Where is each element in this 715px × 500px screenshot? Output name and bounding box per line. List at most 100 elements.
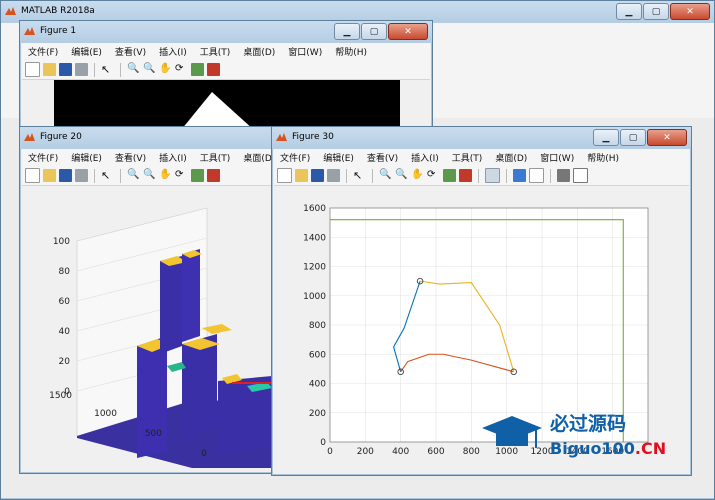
figure-30-toolbar: ↖ 🔍 🔍 ✋ ⟳ (274, 166, 689, 186)
watermark-text-top: 必过源码 (549, 412, 626, 435)
figure-icon (24, 133, 35, 141)
save-icon[interactable] (311, 169, 324, 182)
maximize-button[interactable]: ▢ (361, 23, 387, 40)
new-figure-icon[interactable] (25, 168, 40, 183)
hide-plot-tools-icon[interactable] (557, 169, 570, 182)
zoom-in-icon[interactable]: 🔍 (127, 63, 140, 76)
matlab-title: MATLAB R2018a (21, 6, 95, 16)
y-tick-label: 600 (309, 350, 326, 360)
menu-window[interactable]: 窗口(W) (540, 151, 574, 164)
zoom-in-icon[interactable]: 🔍 (127, 169, 140, 182)
close-button[interactable]: ✕ (647, 129, 687, 146)
y-tick: 500 (145, 429, 162, 439)
zoom-out-icon[interactable]: 🔍 (395, 169, 408, 182)
rotate-icon[interactable]: ⟳ (175, 63, 188, 76)
menu-file[interactable]: 文件(F) (28, 151, 58, 164)
data-cursor-icon[interactable] (191, 63, 204, 76)
menu-insert[interactable]: 插入(I) (159, 151, 187, 164)
brush-icon[interactable] (459, 169, 472, 182)
x-tick-label: 800 (463, 447, 480, 457)
surface-tower (137, 336, 167, 458)
figure-icon (276, 133, 287, 141)
menu-insert[interactable]: 插入(I) (411, 151, 439, 164)
menu-desktop[interactable]: 桌面(D) (243, 45, 275, 58)
link-plot-icon[interactable] (485, 168, 500, 183)
x-tick-label: 200 (357, 447, 374, 457)
zoom-out-icon[interactable]: 🔍 (143, 63, 156, 76)
menu-help[interactable]: 帮助(H) (335, 45, 367, 58)
data-cursor-icon[interactable] (443, 169, 456, 182)
close-button[interactable]: ✕ (670, 3, 710, 20)
print-icon[interactable] (327, 169, 340, 182)
save-icon[interactable] (59, 63, 72, 76)
surface-tower (182, 334, 217, 441)
menu-desktop[interactable]: 桌面(D) (495, 151, 527, 164)
rotate-icon[interactable]: ⟳ (427, 169, 440, 182)
rotate-icon[interactable]: ⟳ (175, 169, 188, 182)
x-tick-label: 400 (392, 447, 409, 457)
figure-30-titlebar: Figure 30 ▁ ▢ ✕ (272, 127, 691, 149)
menu-view[interactable]: 查看(V) (367, 151, 398, 164)
open-icon[interactable] (43, 169, 56, 182)
x-tick-label: 0 (327, 447, 333, 457)
menu-edit[interactable]: 编辑(E) (323, 151, 354, 164)
zoom-in-icon[interactable]: 🔍 (379, 169, 392, 182)
figure-1-title: Figure 1 (40, 26, 77, 36)
colorbar-icon[interactable] (513, 169, 526, 182)
z-tick: 40 (59, 327, 71, 337)
pan-icon[interactable]: ✋ (159, 169, 172, 182)
z-tick: 60 (59, 297, 71, 307)
brush-icon[interactable] (207, 169, 220, 182)
pan-icon[interactable]: ✋ (159, 63, 172, 76)
data-cursor-icon[interactable] (191, 169, 204, 182)
open-icon[interactable] (43, 63, 56, 76)
y-tick: 1000 (94, 409, 117, 419)
menu-edit[interactable]: 编辑(E) (71, 45, 102, 58)
menu-file[interactable]: 文件(F) (28, 45, 58, 58)
open-icon[interactable] (295, 169, 308, 182)
zoom-out-icon[interactable]: 🔍 (143, 169, 156, 182)
brush-icon[interactable] (207, 63, 220, 76)
maximize-button[interactable]: ▢ (620, 129, 646, 146)
menu-view[interactable]: 查看(V) (115, 45, 146, 58)
z-tick: 80 (59, 267, 71, 277)
select-arrow-icon[interactable]: ↖ (101, 63, 114, 76)
y-tick-label: 1600 (303, 204, 326, 214)
new-figure-icon[interactable] (277, 168, 292, 183)
menu-edit[interactable]: 编辑(E) (71, 151, 102, 164)
maximize-button[interactable]: ▢ (643, 3, 669, 20)
z-tick: 100 (53, 237, 70, 247)
matlab-logo-icon (5, 7, 16, 15)
x-tick-label: 600 (427, 447, 444, 457)
print-icon[interactable] (75, 63, 88, 76)
pan-icon[interactable]: ✋ (411, 169, 424, 182)
minimize-button[interactable]: ▁ (616, 3, 642, 20)
menu-file[interactable]: 文件(F) (280, 151, 310, 164)
show-plot-tools-icon[interactable] (573, 168, 588, 183)
y-tick-label: 1200 (303, 263, 326, 273)
y-tick-label: 1400 (303, 233, 326, 243)
surface-tower (182, 249, 200, 342)
figure-1-menubar: 文件(F) 编辑(E) 查看(V) 插入(I) 工具(T) 桌面(D) 窗口(W… (22, 43, 430, 60)
menu-insert[interactable]: 插入(I) (159, 45, 187, 58)
menu-tools[interactable]: 工具(T) (200, 151, 231, 164)
menu-tools[interactable]: 工具(T) (200, 45, 231, 58)
menu-help[interactable]: 帮助(H) (587, 151, 619, 164)
watermark-text-bottom: Biguo100.CN (550, 439, 666, 458)
print-icon[interactable] (75, 169, 88, 182)
new-figure-icon[interactable] (25, 62, 40, 77)
legend-icon[interactable] (529, 168, 544, 183)
save-icon[interactable] (59, 169, 72, 182)
y-tick-label: 800 (309, 321, 326, 331)
menu-window[interactable]: 窗口(W) (288, 45, 322, 58)
menu-tools[interactable]: 工具(T) (452, 151, 483, 164)
surface-tower (160, 256, 182, 354)
figure-30-title: Figure 30 (292, 132, 334, 142)
close-button[interactable]: ✕ (388, 23, 428, 40)
figure-1-toolbar: ↖ 🔍 🔍 ✋ ⟳ (22, 60, 430, 80)
minimize-button[interactable]: ▁ (593, 129, 619, 146)
select-arrow-icon[interactable]: ↖ (101, 169, 114, 182)
menu-view[interactable]: 查看(V) (115, 151, 146, 164)
select-arrow-icon[interactable]: ↖ (353, 169, 366, 182)
minimize-button[interactable]: ▁ (334, 23, 360, 40)
